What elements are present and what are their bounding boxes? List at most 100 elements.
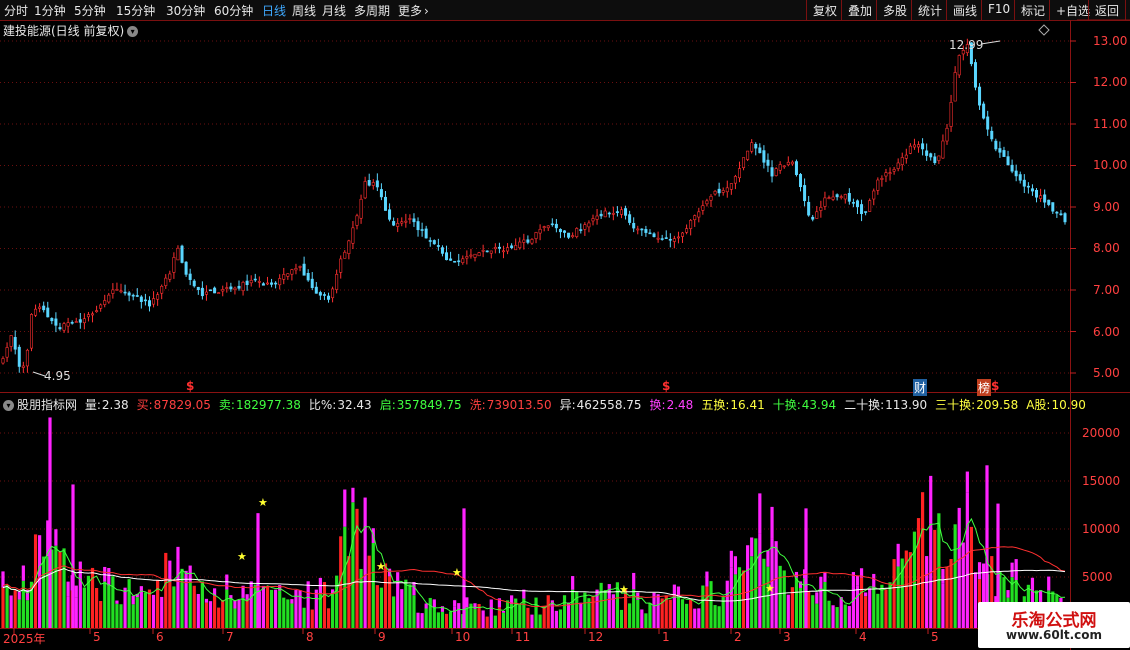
volume-spike — [804, 508, 808, 628]
candle-body — [766, 159, 770, 166]
candle-body — [872, 190, 876, 200]
candle-body — [908, 145, 912, 154]
candle-body — [583, 224, 587, 230]
volume-bar — [465, 607, 469, 628]
volume-bar — [107, 585, 111, 628]
candle-body — [123, 291, 127, 294]
volume-bar — [566, 602, 571, 628]
candle-body — [351, 227, 355, 244]
indicator-field-label: 三十换: — [935, 398, 976, 412]
volume-bar — [326, 608, 331, 628]
kline-chart[interactable]: ★ ★ ★ ★ ★ ★ — [0, 0, 1130, 650]
candle-body — [152, 298, 156, 305]
volume-bar — [38, 535, 42, 628]
volume-bar — [253, 584, 257, 628]
candle-body — [1026, 185, 1030, 188]
candle-body — [982, 103, 986, 119]
candle-body — [119, 290, 123, 293]
candle-body — [453, 260, 457, 263]
candle-body — [1043, 194, 1047, 203]
candle-body — [432, 240, 436, 245]
volume-bar — [78, 561, 82, 628]
volume-bar — [778, 565, 782, 628]
diamond-icon[interactable] — [1038, 24, 1050, 36]
volume-bar — [880, 584, 884, 628]
candle-body — [172, 257, 176, 273]
financial-report-marker[interactable]: 财 — [913, 379, 928, 396]
volume-bar — [387, 576, 392, 628]
volume-bar — [481, 610, 485, 628]
volume-bar — [229, 598, 233, 628]
volume-bar — [859, 577, 864, 628]
top-list-marker[interactable]: 榜 — [977, 379, 992, 396]
volume-bar — [412, 595, 416, 628]
volume-bar-cap — [432, 599, 436, 608]
volume-bar — [607, 588, 611, 628]
indicator-field-label: 洗: — [469, 398, 486, 412]
candle-body — [314, 286, 318, 294]
indicator-field-label: 比%: — [308, 398, 337, 412]
candle-body — [587, 222, 591, 228]
candle-body — [762, 150, 766, 163]
volume-bars — [1, 417, 1067, 628]
price-axis-label: 9.00 — [1093, 200, 1120, 214]
candle-body — [530, 239, 534, 244]
volume-bar — [188, 581, 192, 628]
candle-body — [884, 172, 888, 177]
volume-bar — [367, 555, 371, 628]
candle-body — [404, 220, 408, 223]
volume-bar — [790, 587, 794, 628]
candle-body — [929, 153, 933, 158]
candle-body — [17, 346, 21, 367]
star-icon: ★ — [237, 550, 247, 563]
candle-body — [599, 213, 603, 217]
volume-bar — [176, 559, 180, 628]
volume-bar — [314, 589, 318, 628]
dividend-marker[interactable]: $ — [186, 379, 194, 393]
candle-body — [632, 222, 636, 229]
volume-bar — [396, 581, 400, 628]
candle-body — [729, 183, 733, 190]
candle-body — [990, 130, 994, 140]
volume-bar — [839, 597, 843, 628]
candle-body — [91, 313, 95, 316]
volume-bar — [526, 607, 530, 628]
volume-bar — [713, 605, 717, 628]
dividend-marker[interactable]: $ — [662, 379, 670, 393]
volume-bar-cap — [896, 543, 900, 567]
candle-body — [937, 155, 941, 161]
volume-bar-cap — [131, 595, 135, 605]
price-axis-label: 13.00 — [1093, 34, 1128, 48]
candle-body — [652, 233, 656, 238]
candle-body — [209, 289, 213, 292]
candle-body — [864, 211, 868, 213]
candle-body — [1035, 189, 1039, 198]
candle-body — [274, 282, 278, 285]
volume-bar — [131, 604, 135, 628]
dividend-marker[interactable]: $ — [991, 379, 999, 393]
candle-body — [933, 156, 937, 163]
volume-bar — [90, 567, 95, 628]
time-axis-label: 7 — [226, 630, 234, 644]
candle-body — [70, 322, 74, 324]
volume-bar — [111, 576, 115, 628]
candle-body — [164, 277, 168, 286]
volume-bar — [123, 587, 127, 628]
candle-body — [66, 322, 70, 327]
indicator-field-label: 买: — [136, 398, 153, 412]
chevron-down-icon[interactable]: ▾ — [3, 400, 14, 411]
volume-bar — [347, 556, 351, 628]
volume-bar-cap — [766, 550, 770, 567]
volume-bar — [371, 542, 375, 628]
candle-body — [754, 143, 758, 149]
volume-bar — [212, 595, 217, 628]
candle-body — [469, 254, 473, 257]
candle-body — [261, 283, 265, 286]
indicator-info-bar: ▾ 股朋指标网 量:2.38 买:87829.05 卖:182977.38 比%:32.… — [3, 396, 1094, 413]
candle-body — [1022, 179, 1026, 187]
volume-bar — [200, 581, 204, 628]
volume-bar — [717, 606, 721, 628]
candle-body — [9, 335, 13, 347]
volume-bar — [237, 599, 241, 628]
candle-body — [563, 230, 567, 233]
